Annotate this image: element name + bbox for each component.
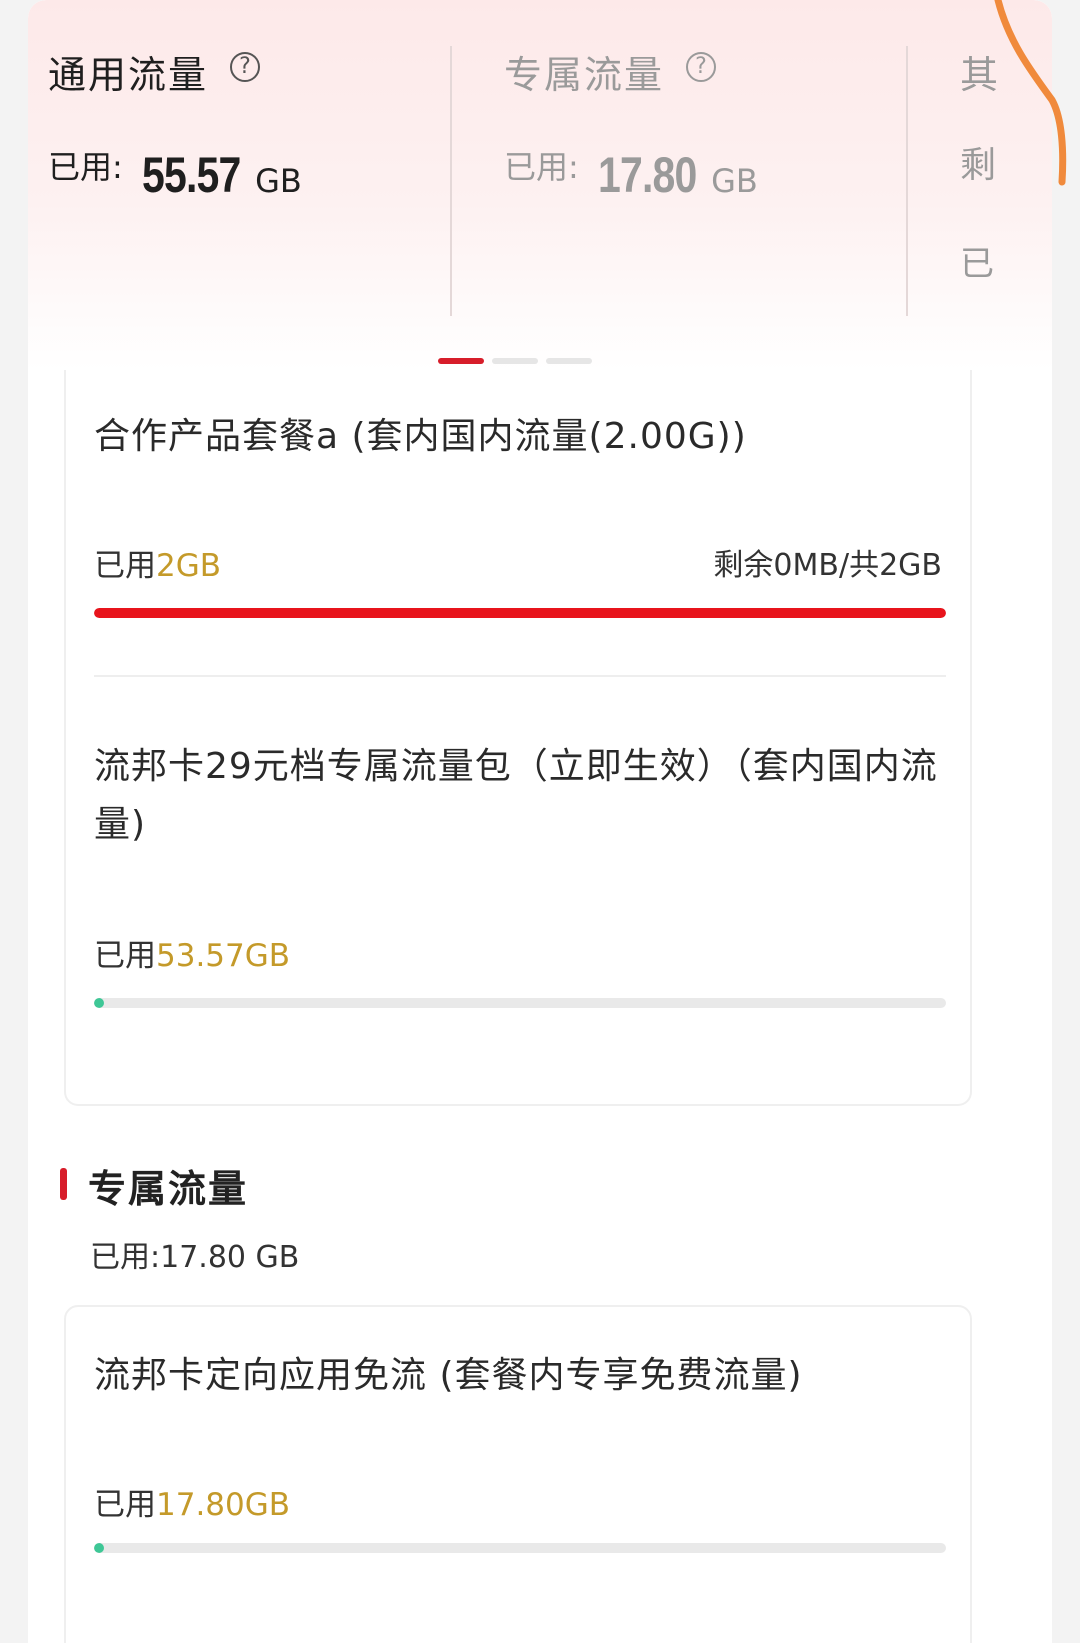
package-used: 已用17.80GB — [94, 1479, 290, 1524]
used-label: 已用: — [48, 148, 123, 186]
section-title: 专属流量 — [88, 1167, 249, 1211]
usage-summary: 已用: 55.57 GB — [48, 142, 302, 204]
carousel-page-indicator — [28, 358, 1052, 364]
used-unit: GB — [255, 162, 302, 200]
section-accent-bar — [60, 1168, 67, 1200]
usage-progress-fill — [94, 1543, 104, 1553]
usage-summary: 已用: 17.80 GB — [504, 142, 758, 204]
used-value: 2GB — [156, 548, 222, 584]
slide-title: 专属流量 — [504, 53, 665, 97]
orange-annotation-stroke — [994, 0, 1067, 186]
package-name: 流邦卡定向应用免流 (套餐内专享免费流量) — [94, 1355, 803, 1396]
divider — [94, 675, 946, 677]
package-remaining: 剩余0MB/共2GB — [713, 548, 942, 583]
slide-title: 通用流量 — [48, 53, 209, 97]
used-label: 已 — [960, 244, 994, 284]
used-label: 已用 — [94, 938, 156, 974]
traffic-summary-carousel[interactable]: 通用流量 ? 已用: 55.57 GB 专属流量 ? 已用: 17.80 GB … — [28, 0, 1052, 370]
usage-progress-bar — [94, 998, 946, 1008]
general-packages-card: 合作产品套餐a (套内国内流量(2.00G)) 已用2GB 剩余0MB/共2GB… — [64, 370, 972, 1106]
usage-progress-fill — [94, 608, 946, 618]
used-label: 已用 — [94, 1487, 156, 1523]
package-used: 已用53.57GB — [94, 930, 290, 975]
slide-divider — [450, 46, 452, 316]
used-value: 17.80GB — [156, 1487, 291, 1523]
used-value: 17.80 — [597, 147, 697, 203]
exclusive-packages-card: 流邦卡定向应用免流 (套餐内专享免费流量) 已用17.80GB — [64, 1305, 972, 1643]
package-name: 流邦卡29元档专属流量包（立即生效）（套内国内流量) — [94, 746, 938, 845]
package-used: 已用2GB — [94, 540, 221, 585]
page-dot — [546, 358, 592, 364]
slide-general-traffic[interactable]: 通用流量 ? 已用: 55.57 GB — [48, 0, 448, 320]
section-used-total: 已用:17.80 GB — [90, 1240, 300, 1275]
used-value: 53.57GB — [156, 938, 291, 974]
traffic-details-sheet: 通用流量 ? 已用: 55.57 GB 专属流量 ? 已用: 17.80 GB … — [28, 0, 1052, 1643]
usage-progress-bar — [94, 1543, 946, 1553]
package-name: 合作产品套餐a (套内国内流量(2.00G)) — [94, 416, 747, 457]
used-label: 已用: — [504, 148, 579, 186]
slide-exclusive-traffic[interactable]: 专属流量 ? 已用: 17.80 GB — [504, 0, 904, 320]
usage-progress-bar — [94, 608, 946, 618]
slide-divider — [906, 46, 908, 316]
usage-progress-fill — [94, 998, 104, 1008]
page-dot — [492, 358, 538, 364]
used-label: 已用 — [94, 548, 156, 584]
used-value: 55.57 — [141, 147, 241, 203]
question-circle-icon[interactable]: ? — [230, 52, 260, 82]
question-circle-icon[interactable]: ? — [686, 52, 716, 82]
used-unit: GB — [711, 162, 758, 200]
page-dot-active — [438, 358, 484, 364]
